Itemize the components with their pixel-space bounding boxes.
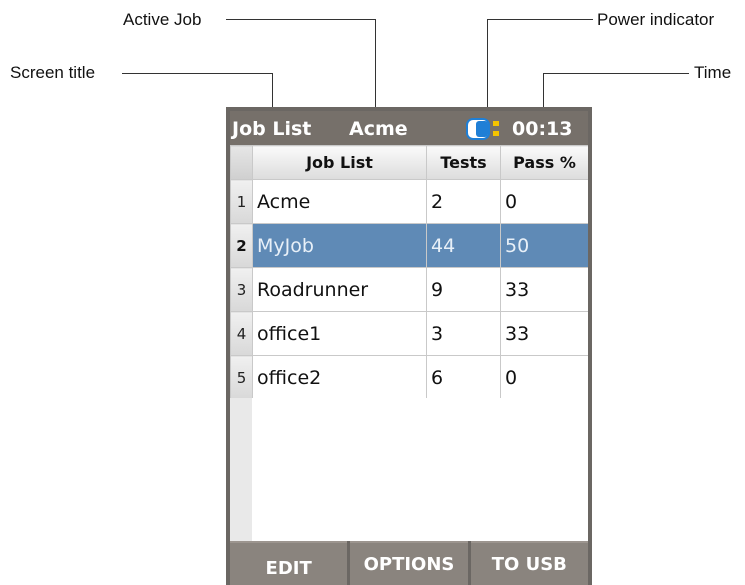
table-row[interactable]: 4 office1 3 33 xyxy=(230,311,588,356)
active-job: Acme xyxy=(349,118,408,140)
job-list-screen: Job List Acme 00:13 Job List Tests Pass … xyxy=(230,111,588,585)
tests-cell: 44 xyxy=(426,223,501,268)
power-indicator-callout-line xyxy=(487,19,488,110)
screen-title-callout-line xyxy=(122,73,273,74)
power-indicator-callout-line xyxy=(487,19,593,20)
column-header-pass-percent[interactable]: Pass % xyxy=(500,145,588,180)
table-row[interactable]: 3 Roadrunner 9 33 xyxy=(230,267,588,312)
job-table: Job List Tests Pass % 1 Acme 2 0 2 MyJob… xyxy=(230,145,588,400)
table-row[interactable]: 5 office2 6 0 xyxy=(230,355,588,400)
pass-percent-cell: 33 xyxy=(500,311,588,356)
screen-title: Job List xyxy=(232,118,312,140)
pass-percent-cell: 0 xyxy=(500,179,588,224)
active-job-callout-label: Active Job xyxy=(123,10,202,29)
pass-percent-cell: 33 xyxy=(500,267,588,312)
tests-cell: 9 xyxy=(426,267,501,312)
active-job-callout-line xyxy=(226,19,376,20)
tests-cell: 2 xyxy=(426,179,501,224)
time-callout-label: Time xyxy=(694,63,732,82)
time-callout-line xyxy=(543,73,689,74)
job-name-cell: Roadrunner xyxy=(252,267,427,312)
screen-title-callout-line xyxy=(272,73,273,110)
job-name-cell: office1 xyxy=(252,311,427,356)
softkey-bar: EDIT OPTIONS TO USB xyxy=(230,541,588,585)
status-bar: Job List Acme 00:13 xyxy=(230,111,588,145)
time-callout-line xyxy=(543,73,544,110)
job-name-cell: office2 xyxy=(252,355,427,400)
tests-cell: 3 xyxy=(426,311,501,356)
edit-button[interactable]: EDIT xyxy=(230,541,348,585)
row-number: 5 xyxy=(230,355,253,400)
job-name-cell: MyJob xyxy=(252,223,427,268)
column-header-tests[interactable]: Tests xyxy=(426,145,501,180)
row-number: 3 xyxy=(230,267,253,312)
pass-percent-cell: 50 xyxy=(500,223,588,268)
row-number: 2 xyxy=(230,223,253,268)
tests-cell: 6 xyxy=(426,355,501,400)
table-row-selected[interactable]: 2 MyJob 44 50 xyxy=(230,223,588,268)
options-button[interactable]: OPTIONS xyxy=(350,541,468,585)
row-number: 1 xyxy=(230,179,253,224)
column-header-job-list[interactable]: Job List xyxy=(252,145,427,180)
empty-list-area xyxy=(230,398,588,541)
device-frame: Job List Acme 00:13 Job List Tests Pass … xyxy=(226,107,592,585)
table-row[interactable]: 1 Acme 2 0 xyxy=(230,179,588,224)
to-usb-button[interactable]: TO USB xyxy=(470,541,588,585)
battery-icon xyxy=(466,118,499,140)
table-corner xyxy=(230,145,253,180)
job-name-cell: Acme xyxy=(252,179,427,224)
time-display: 00:13 xyxy=(512,118,573,140)
active-job-callout-line xyxy=(375,19,376,110)
row-number: 4 xyxy=(230,311,253,356)
power-indicator-callout-label: Power indicator xyxy=(597,10,715,29)
screen-title-callout-label: Screen title xyxy=(10,63,96,82)
pass-percent-cell: 0 xyxy=(500,355,588,400)
